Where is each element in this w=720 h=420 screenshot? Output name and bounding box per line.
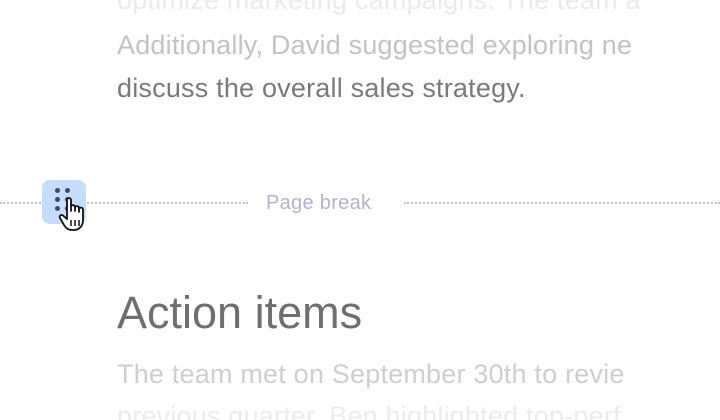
document-editor[interactable]: optimize marketing campaigns. The team a… [0,0,720,420]
paragraph-line: discuss the overall sales strategy. [117,73,526,103]
paragraph-line: The team met on September 30th to revie [117,359,625,389]
paragraph-line: Additionally, David suggested exploring … [117,30,633,60]
page-break-divider-right [404,202,720,204]
grab-hand-cursor-icon [58,197,84,231]
paragraph-line: previous quarter. Ben highlighted top-pe… [117,401,621,420]
section-heading: Action items [117,287,363,338]
paragraph-line: optimize marketing campaigns. The team a [117,0,641,15]
page-break-divider-left [0,202,248,204]
page-break[interactable]: Page break [0,186,720,220]
page-break-label: Page break [266,192,372,214]
